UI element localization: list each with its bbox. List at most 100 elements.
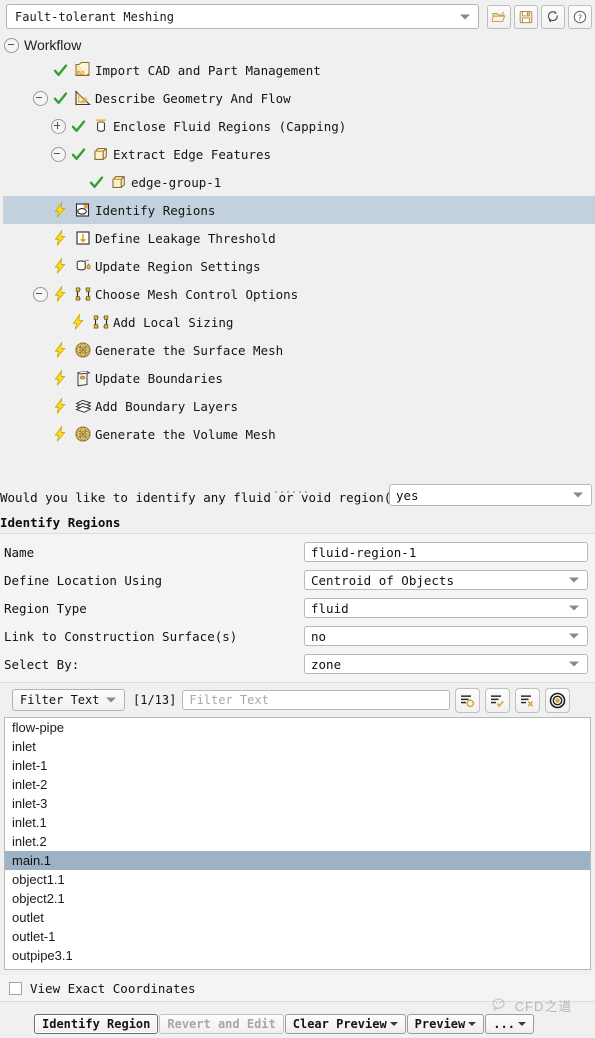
tree-item-enclose-fluid-regions-capping[interactable]: Enclose Fluid Regions (Capping) [0, 112, 595, 140]
action-button-label: ... [493, 1016, 515, 1031]
done-check-icon [85, 175, 107, 190]
list-item[interactable]: flow-pipe [5, 718, 590, 737]
list-item[interactable]: inlet-3 [5, 794, 590, 813]
list-item[interactable]: outpipe3.1 [5, 946, 590, 965]
collapse-expander-icon[interactable] [32, 90, 48, 106]
list-item[interactable]: inlet.1 [5, 813, 590, 832]
tree-item-edge-group-1[interactable]: edge-group-1 [0, 168, 595, 196]
tree-item-generate-the-surface-mesh[interactable]: Generate the Surface Mesh [0, 336, 595, 364]
zone-list[interactable]: flow-pipe inlet inlet-1 inlet-2 inlet-3 inlet… [4, 717, 591, 970]
tree-item-describe-geometry-and-flow[interactable]: Describe Geometry And Flow [0, 84, 595, 112]
save-workflow-button[interactable] [514, 4, 538, 29]
deselect-all-button[interactable] [515, 687, 541, 713]
tree-item-update-region-settings[interactable]: Update Region Settings [0, 252, 595, 280]
list-item[interactable]: object2.1 [5, 889, 590, 908]
identify-question-value: yes [396, 487, 419, 503]
list-x-icon [521, 694, 534, 707]
list-item[interactable]: inlet-2 [5, 775, 590, 794]
edge-cube-icon [107, 173, 131, 191]
chevron-down-icon[interactable] [389, 1021, 398, 1026]
tree-item-label: Import CAD and Part Management [95, 62, 321, 78]
collapse-expander-icon[interactable] [4, 37, 19, 53]
action-button-[interactable]: ... [485, 1013, 534, 1034]
form-field-value: Centroid of Objects [311, 572, 454, 588]
tree-item-choose-mesh-control-options[interactable]: Choose Mesh Control Options [0, 280, 595, 308]
pending-bolt-icon [72, 314, 83, 330]
action-button-label: Revert and Edit [167, 1016, 276, 1031]
action-button-preview[interactable]: Preview [406, 1013, 485, 1034]
selection-target-button[interactable] [545, 687, 571, 713]
filter-mode-value: Filter Text [20, 693, 100, 707]
tree-expander-slot[interactable] [31, 90, 49, 106]
tree-item-label: Update Region Settings [95, 258, 261, 274]
action-button-label: Preview [414, 1016, 466, 1031]
input-name[interactable]: fluid-region-1 [304, 542, 588, 562]
select-select-by[interactable]: zone [304, 654, 588, 674]
filter-mode-combo[interactable]: Filter Text [12, 689, 125, 711]
select-region-type[interactable]: fluid [304, 598, 588, 618]
tree-expander-slot[interactable] [49, 146, 67, 162]
open-workflow-button[interactable] [487, 4, 511, 29]
action-button-identify-region[interactable]: Identify Region [34, 1013, 159, 1034]
collapse-expander-icon[interactable] [50, 146, 66, 162]
done-check-icon [89, 175, 103, 188]
reset-workflow-button[interactable] [541, 4, 565, 29]
tree-item-add-local-sizing[interactable]: Add Local Sizing [0, 308, 595, 336]
action-button-clear-preview[interactable]: Clear Preview [284, 1013, 406, 1034]
tree-item-import-cad-and-part-management[interactable]: CAD Import CAD and Part Management [0, 56, 595, 84]
identify-question-select[interactable]: yes [389, 484, 592, 506]
view-exact-coordinates-checkbox[interactable] [9, 981, 22, 995]
list-item[interactable]: inlet.2 [5, 832, 590, 851]
boundaries-icon [77, 370, 91, 387]
list-item[interactable]: main.1 [5, 851, 590, 870]
tree-item-define-leakage-threshold[interactable]: Define Leakage Threshold [0, 224, 595, 252]
surface-mesh-sphere-icon [71, 341, 95, 359]
tree-root-workflow[interactable]: Workflow [0, 34, 595, 56]
list-item[interactable]: inlet [5, 737, 590, 756]
list-item[interactable]: object1.1 [5, 870, 590, 889]
view-exact-coordinates-row[interactable]: View Exact Coordinates [0, 975, 595, 1002]
tree-item-identify-regions[interactable]: Identify Regions [3, 196, 595, 224]
cad-box-icon: CAD [71, 61, 95, 79]
tree-item-label: edge-group-1 [131, 174, 222, 190]
list-item[interactable]: inlet-1 [5, 756, 590, 775]
done-check-icon [71, 147, 85, 160]
tree-item-extract-edge-features[interactable]: Extract Edge Features [0, 140, 595, 168]
filter-text-input[interactable]: Filter Text [182, 690, 451, 710]
refresh-arrows-icon [547, 10, 558, 23]
select-define-location-using[interactable]: Centroid of Objects [304, 570, 588, 590]
tree-item-add-boundary-layers[interactable]: Add Boundary Layers [0, 392, 595, 420]
floppy-save-icon [519, 10, 533, 23]
pending-bolt-icon [49, 258, 71, 274]
tree-item-label: Add Boundary Layers [95, 398, 238, 414]
tree-item-label: Generate the Surface Mesh [95, 342, 284, 358]
tree-item-label: Add Local Sizing [113, 314, 234, 330]
tree-item-generate-the-volume-mesh[interactable]: Generate the Volume Mesh [0, 420, 595, 448]
done-check-icon [71, 119, 85, 132]
identify-question-text: Would you like to identify any fluid or … [0, 489, 414, 505]
done-check-icon [67, 119, 89, 134]
down-arrow-box-icon [76, 231, 90, 245]
select-link-to-construction-surface-s[interactable]: no [304, 626, 588, 646]
mesh-control-icon [75, 287, 91, 301]
list-item[interactable]: outlet-1 [5, 927, 590, 946]
tree-item-label: Describe Geometry And Flow [95, 90, 291, 106]
tree-expander-slot[interactable] [31, 286, 49, 302]
select-all-button[interactable] [485, 687, 511, 713]
workflow-selector-combo[interactable]: Fault-tolerant Meshing [6, 4, 479, 29]
pending-bolt-icon [49, 342, 71, 358]
collapse-expander-icon[interactable] [32, 286, 48, 302]
help-button[interactable]: ? [568, 4, 592, 29]
region-droplet-icon [76, 259, 91, 271]
pending-bolt-icon [54, 398, 65, 414]
tree-expander-slot[interactable] [49, 118, 67, 134]
tree-item-update-boundaries[interactable]: Update Boundaries [0, 364, 595, 392]
list-check-icon [491, 694, 505, 707]
chevron-down-icon[interactable] [468, 1021, 477, 1026]
expand-expander-icon[interactable] [50, 118, 66, 134]
list-item[interactable]: outlet [5, 908, 590, 927]
workflow-tree: Workflow CAD Import CAD and Part Manageme… [0, 34, 595, 469]
svg-text:?: ? [578, 13, 582, 22]
chevron-down-icon[interactable] [517, 1021, 526, 1026]
list-selection-button[interactable] [455, 687, 481, 713]
